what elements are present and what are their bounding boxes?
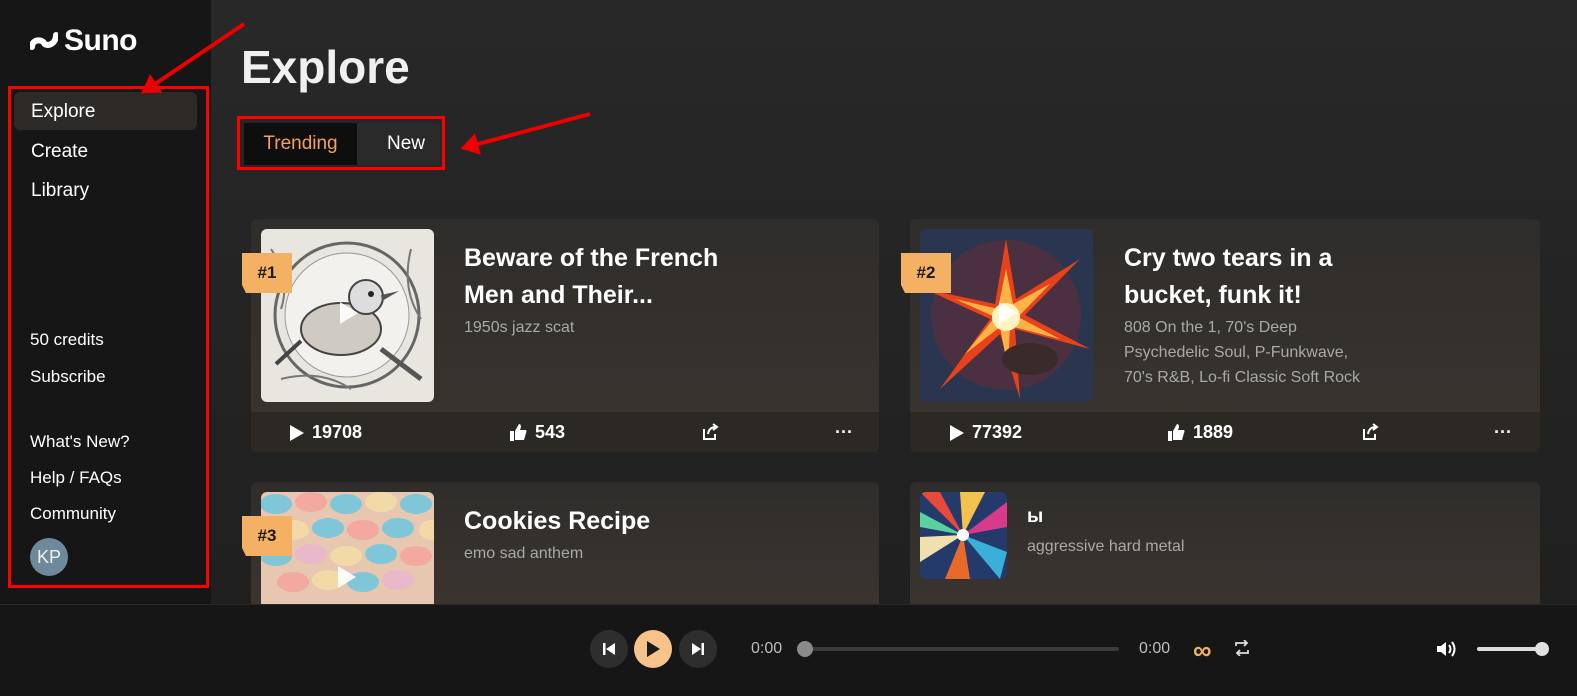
song-genre: aggressive hard metal	[1027, 538, 1185, 555]
rank-badge: #3	[242, 516, 292, 556]
progress-track[interactable]	[804, 647, 1119, 651]
skip-back-icon	[603, 643, 615, 655]
rank-badge: #1	[242, 253, 292, 293]
play-count[interactable]: 19708	[290, 422, 362, 443]
volume-knob[interactable]	[1535, 642, 1549, 656]
play-count-value: 77392	[972, 422, 1023, 442]
more-options-icon[interactable]: ···	[1494, 422, 1512, 443]
song-title[interactable]: Cookies Recipe	[464, 503, 650, 540]
volume-slider[interactable]	[1477, 647, 1542, 651]
like-count[interactable]: 1889	[1168, 422, 1233, 443]
song-genre-line: 808 On the 1, 70's Deep	[1124, 319, 1297, 336]
song-cover-4[interactable]	[920, 492, 1007, 579]
thumbs-up-icon	[1168, 424, 1185, 441]
play-overlay-icon[interactable]	[999, 302, 1017, 324]
play-icon	[950, 424, 964, 441]
page-title: Explore	[241, 41, 410, 93]
song-title-line: Cry two tears in a	[1124, 244, 1333, 272]
rank-badge: #2	[901, 253, 951, 293]
repeat-icon[interactable]	[1234, 640, 1250, 656]
share-icon[interactable]	[1361, 423, 1379, 441]
abstract-art-image	[920, 492, 1007, 579]
current-time: 0:00	[751, 640, 783, 657]
suno-logo-icon	[30, 32, 58, 50]
song-genre-line: 70's R&B, Lo-fi Classic Soft Rock	[1124, 369, 1361, 386]
song-title[interactable]: Beware of the French Men and Their...	[464, 240, 764, 314]
player-bar	[0, 604, 1577, 696]
song-title-line: bucket, funk it!	[1124, 281, 1302, 309]
next-button[interactable]	[679, 630, 717, 668]
play-overlay-icon[interactable]	[338, 566, 356, 588]
suno-logo[interactable]: Suno	[30, 24, 138, 58]
play-icon	[647, 641, 660, 657]
like-count[interactable]: 543	[510, 422, 565, 443]
play-icon	[290, 424, 304, 441]
song-title-line: Men and Their...	[464, 281, 653, 309]
thumbs-up-icon	[510, 424, 527, 441]
like-count-value: 1889	[1193, 422, 1234, 442]
progress-knob[interactable]	[797, 641, 813, 657]
song-genre: 808 On the 1, 70's Deep Psychedelic Soul…	[1124, 315, 1360, 390]
volume-icon[interactable]	[1436, 640, 1458, 658]
share-icon[interactable]	[701, 423, 719, 441]
skip-forward-icon	[692, 643, 704, 655]
song-genre: emo sad anthem	[464, 545, 584, 562]
play-count[interactable]: 77392	[950, 422, 1022, 443]
song-genre: 1950s jazz scat	[464, 319, 575, 336]
song-genre-line: Psychedelic Soul, P-Funkwave,	[1124, 344, 1349, 361]
like-count-value: 543	[535, 422, 566, 442]
play-count-value: 19708	[312, 422, 363, 442]
play-button[interactable]	[634, 630, 672, 668]
app-name: Suno	[64, 24, 138, 57]
total-time: 0:00	[1139, 640, 1171, 657]
play-overlay-icon[interactable]	[340, 302, 358, 324]
song-title[interactable]: Cry two tears in a bucket, funk it!	[1124, 240, 1454, 314]
sidebar-highlight-box	[8, 86, 209, 588]
song-title-line: Beware of the French	[464, 244, 719, 272]
infinite-loop-icon[interactable]: ∞	[1193, 635, 1212, 666]
song-title[interactable]: ы	[1027, 506, 1043, 528]
tabs-highlight-box	[237, 116, 445, 170]
more-options-icon[interactable]: ···	[835, 422, 853, 443]
previous-button[interactable]	[590, 630, 628, 668]
